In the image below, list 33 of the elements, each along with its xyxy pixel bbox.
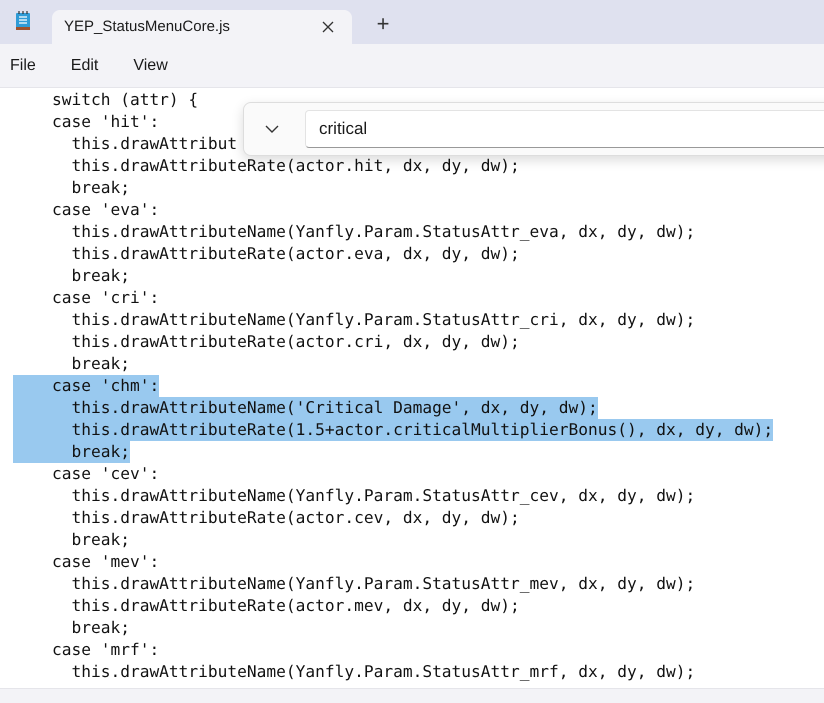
code-line: this.drawAttributeRate(actor.hit, dx, dy, dw); — [70, 155, 520, 177]
code-line: case 'cev': — [50, 463, 160, 485]
code-line: this.drawAttributeName(Yanfly.Param.StatusAttr_mev, dx, dy, dw); — [70, 573, 696, 595]
code-line: this.drawAttributeRate(actor.mev, dx, dy, dw); — [70, 595, 520, 617]
code-line: case 'mrf': — [50, 639, 160, 661]
notepad-icon — [14, 11, 32, 31]
code-line: this.drawAttributeName(Yanfly.Param.StatusAttr_cev, dx, dy, dw); — [70, 485, 696, 507]
close-icon[interactable] — [322, 21, 334, 33]
menu-item[interactable]: View — [133, 54, 168, 78]
code-line: this.drawAttributeRate(actor.cev, dx, dy, dw); — [70, 507, 520, 529]
chevron-down-icon[interactable] — [265, 124, 279, 134]
code-line: break; — [70, 265, 130, 287]
code-line: case 'eva': — [50, 199, 160, 221]
code-line: break; — [70, 617, 130, 639]
code-line: this.drawAttributeRate(actor.cri, dx, dy, dw); — [70, 331, 520, 353]
search-field[interactable]: critical — [305, 110, 824, 148]
code-line: case 'mev': — [50, 551, 160, 573]
code-line: this.drawAttributeRate(actor.eva, dx, dy, dw); — [70, 243, 520, 265]
code-line: switch (attr) { — [50, 89, 198, 111]
menu-item[interactable]: File — [10, 54, 36, 78]
code-line: break; — [70, 529, 130, 551]
file-tab[interactable]: YEP_StatusMenuCore.js — [52, 10, 352, 44]
tab-title: YEP_StatusMenuCore.js — [64, 16, 230, 37]
code-line: this.drawAttributeName(Yanfly.Param.StatusAttr_eva, dx, dy, dw); — [70, 221, 696, 243]
code-line: this.drawAttributeName(Yanfly.Param.StatusAttr_cri, dx, dy, dw); — [70, 309, 696, 331]
code-line: break; — [70, 353, 130, 375]
code-line: break; — [70, 177, 130, 199]
code-line: this.drawAttributeName(Yanfly.Param.StatusAttr_mrf, dx, dy, dw); — [70, 661, 696, 683]
code-line: case 'hit': — [50, 111, 160, 133]
code-line: case 'cri': — [50, 287, 160, 309]
new-tab-button[interactable]: + — [366, 10, 400, 38]
code-line: this.drawAttribut — [70, 133, 238, 155]
menu-item[interactable]: Edit — [70, 54, 98, 78]
